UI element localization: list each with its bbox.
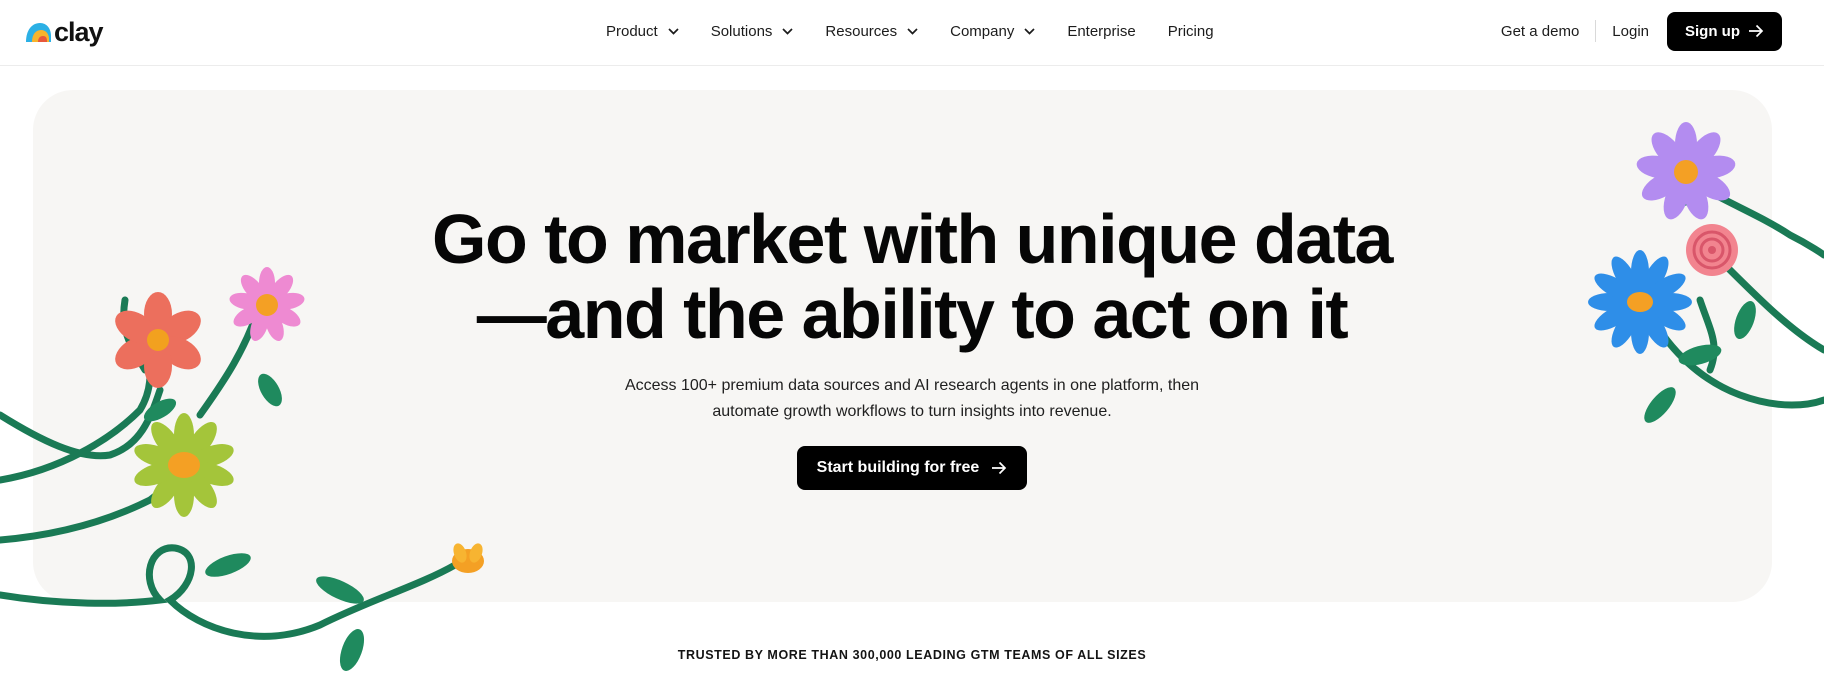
- top-nav: clay Product Solutions Resources Company…: [0, 0, 1824, 66]
- nav-item-label: Enterprise: [1067, 22, 1136, 40]
- nav-item-label: Solutions: [710, 22, 773, 40]
- nav-item-solutions[interactable]: Solutions: [711, 23, 794, 40]
- cta-container: Start building for free: [0, 446, 1824, 490]
- start-building-label: Start building for free: [816, 459, 980, 476]
- hero-subtitle-line2: automate growth workflows to turn insigh…: [712, 403, 1112, 420]
- hero-headline: Go to market with unique data —and the a…: [0, 202, 1824, 352]
- hero-subtitle-line1: Access 100+ premium data sources and AI …: [624, 377, 1200, 394]
- nav-item-enterprise[interactable]: Enterprise: [1067, 23, 1135, 40]
- signup-button-label: Sign up: [1685, 22, 1740, 40]
- nav-divider: [1595, 20, 1597, 42]
- main-nav: Product Solutions Resources Company Ente…: [606, 0, 1246, 62]
- login-link[interactable]: Login: [1612, 23, 1649, 40]
- clay-logo[interactable]: clay: [24, 16, 104, 47]
- hero-headline-line1: Go to market with unique data: [432, 200, 1393, 278]
- chevron-down-icon: [668, 27, 679, 35]
- clay-logo-icon: [26, 23, 51, 42]
- chevron-down-icon: [1024, 27, 1035, 35]
- logo-text: clay: [54, 16, 104, 47]
- trusted-by-text: TRUSTED BY MORE THAN 300,000 LEADING GTM…: [677, 648, 1147, 662]
- chevron-down-icon: [907, 27, 918, 35]
- nav-item-resources[interactable]: Resources: [825, 23, 918, 40]
- nav-item-company[interactable]: Company: [950, 23, 1035, 40]
- page: clay Product Solutions Resources Company…: [0, 0, 1824, 681]
- nav-item-label: Resources: [825, 22, 898, 40]
- nav-item-pricing[interactable]: Pricing: [1168, 23, 1214, 40]
- nav-item-product[interactable]: Product: [606, 23, 679, 40]
- arrow-right-icon: [992, 461, 1007, 475]
- nav-item-label: Pricing: [1167, 22, 1214, 40]
- hero-headline-line2: —and the ability to act on it: [476, 275, 1349, 353]
- hero-subtitle: Access 100+ premium data sources and AI …: [0, 373, 1824, 425]
- nav-actions: Get a demo Login Sign up: [1501, 11, 1782, 51]
- nav-item-label: Company: [950, 22, 1015, 40]
- get-demo-link[interactable]: Get a demo: [1501, 23, 1579, 40]
- start-building-button[interactable]: Start building for free: [796, 446, 1028, 490]
- arrow-right-icon: [1749, 24, 1764, 38]
- signup-button[interactable]: Sign up: [1667, 11, 1782, 51]
- chevron-down-icon: [782, 27, 794, 35]
- nav-item-label: Product: [606, 22, 658, 40]
